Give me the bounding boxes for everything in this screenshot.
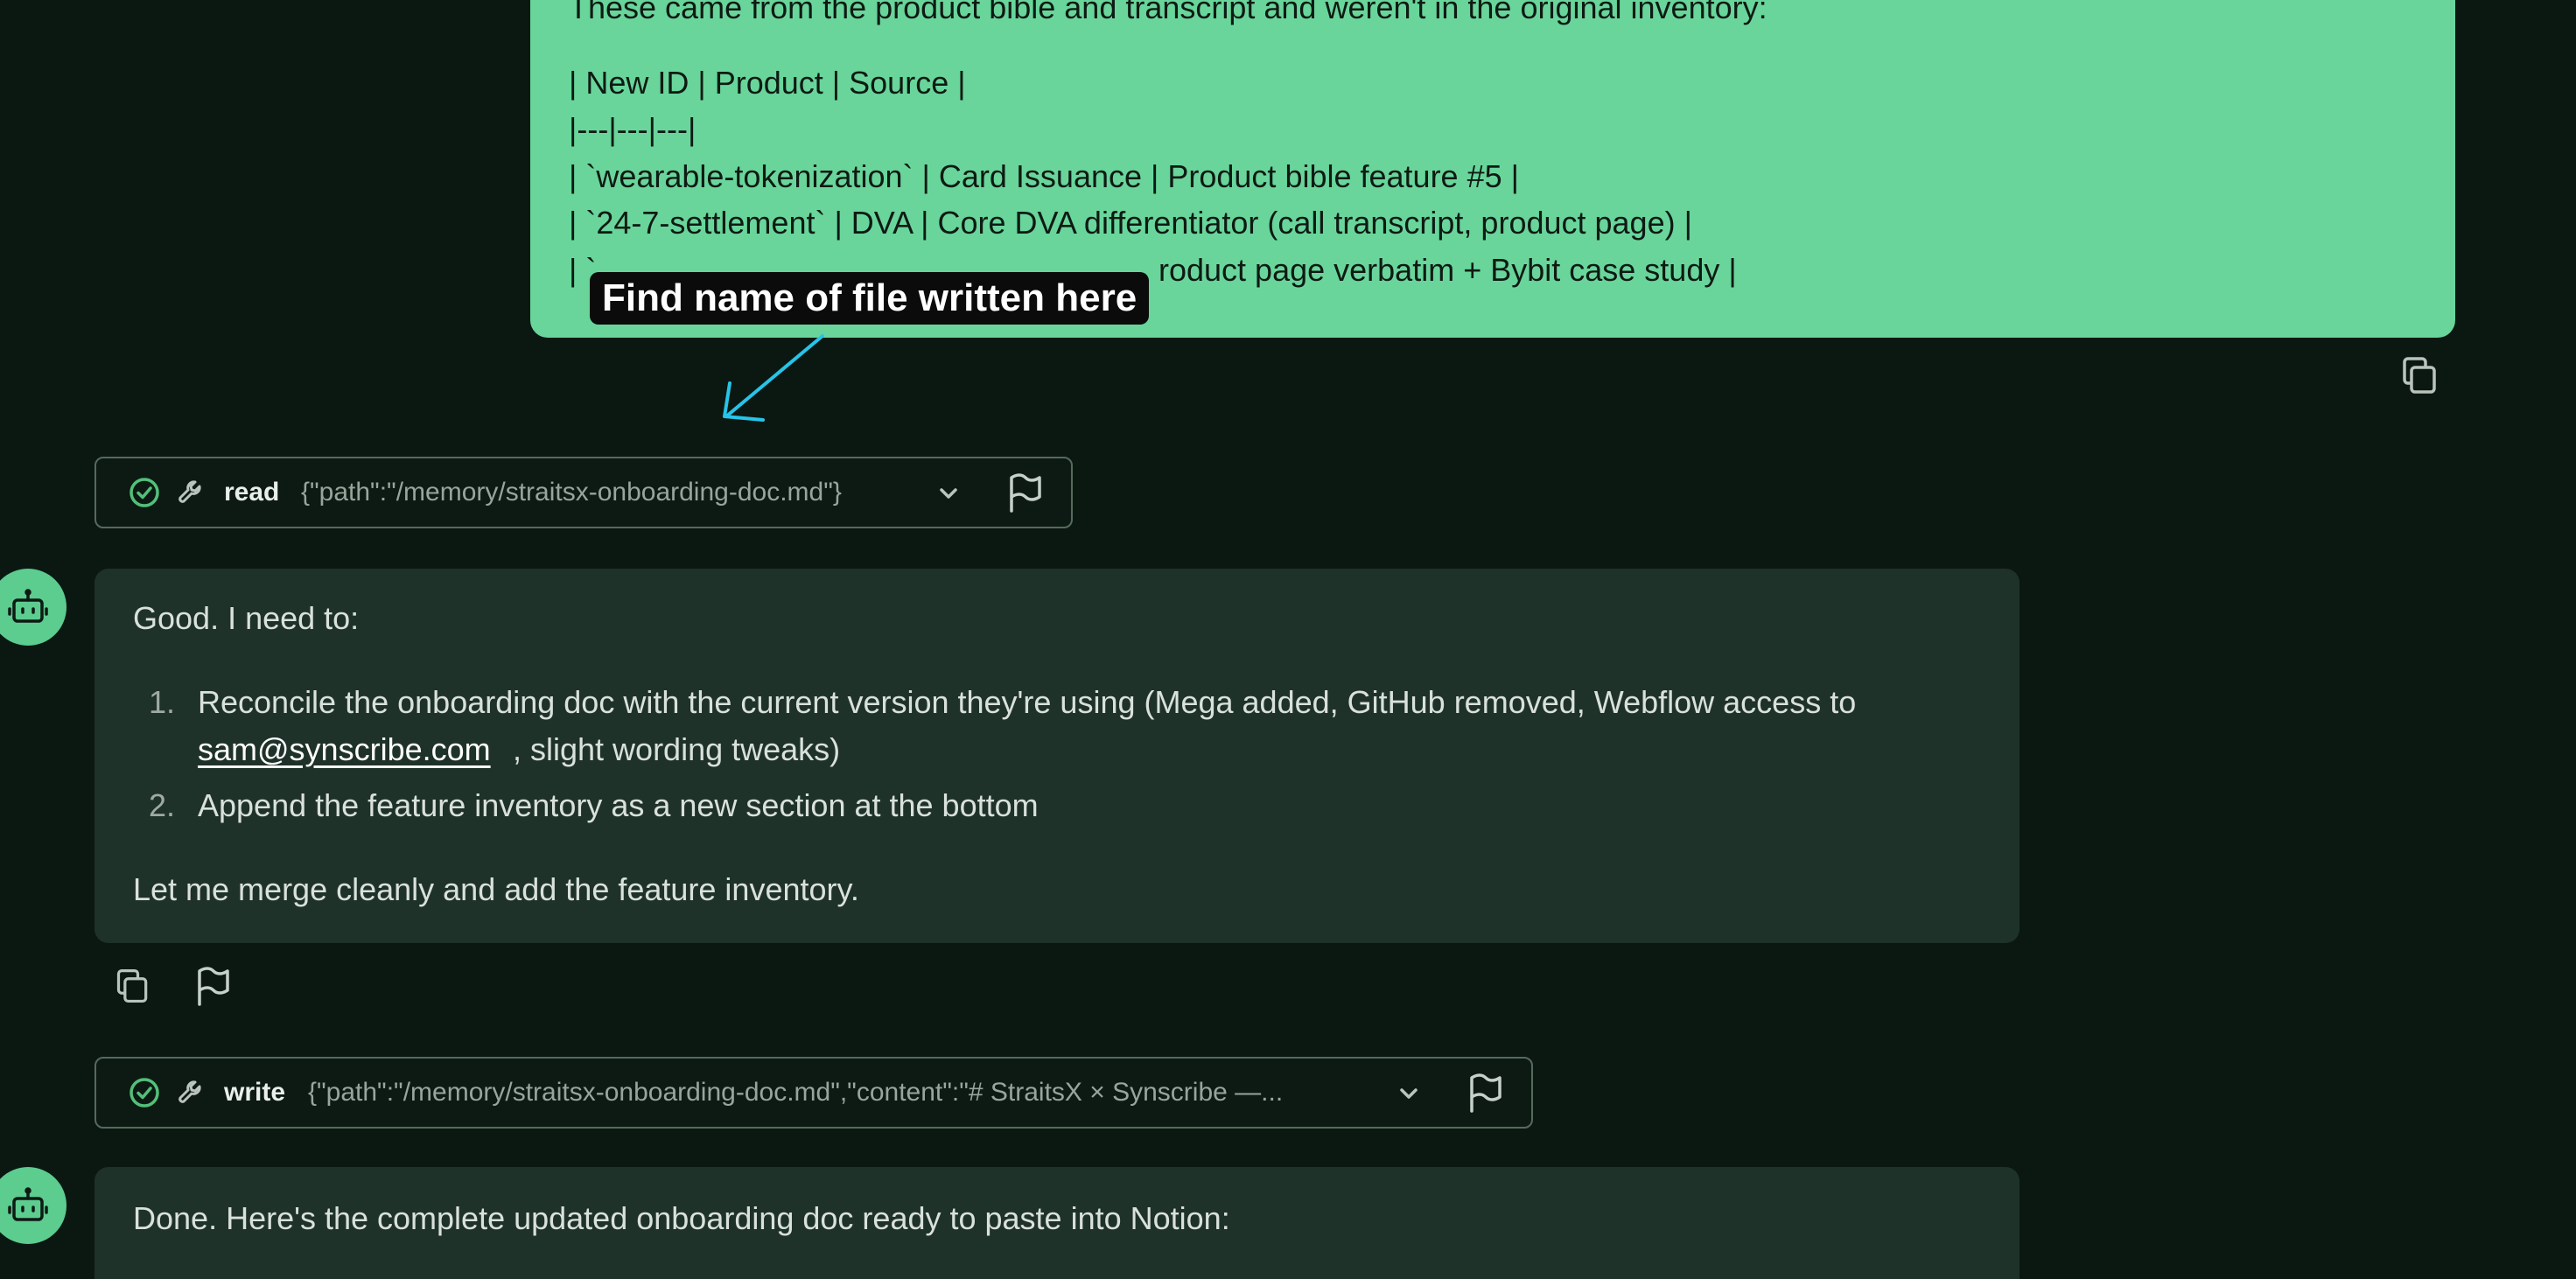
- assistant-message-bubble: Done. Here's the complete updated onboar…: [94, 1167, 2020, 1279]
- assistant-intro: Good. I need to:: [133, 600, 360, 636]
- user-message-line: |---|---|---|: [569, 111, 696, 147]
- check-circle-icon: [130, 478, 159, 507]
- robot-icon: [8, 1187, 48, 1221]
- user-message-line: roduct page verbatim + Bybit case study …: [1158, 252, 1737, 288]
- flag-icon[interactable]: [1466, 1073, 1503, 1113]
- email-link[interactable]: sam@synscribe.com: [198, 731, 491, 768]
- copy-user-message-button[interactable]: [2399, 353, 2441, 397]
- chat-page: These came from the product bible and tr…: [0, 0, 2576, 1279]
- copy-message-button[interactable]: [114, 966, 152, 1010]
- chevron-down-icon[interactable]: [1396, 1081, 1421, 1106]
- user-message-line: | `wearable-tokenization` | Card Issuanc…: [569, 158, 1519, 194]
- wrench-icon: [178, 480, 201, 503]
- tool-args: {"path":"/memory/straitsx-onboarding-doc…: [301, 478, 842, 507]
- flag-message-button[interactable]: [194, 966, 231, 1010]
- step-number: 1.: [149, 684, 176, 720]
- robot-icon: [8, 589, 48, 623]
- step-text: , slight wording tweaks): [513, 731, 841, 767]
- assistant-message-text: Done. Here's the complete updated onboar…: [133, 1200, 1230, 1236]
- tool-args: {"path":"/memory/straitsx-onboarding-doc…: [308, 1078, 1284, 1107]
- tool-call-write[interactable]: write {"path":"/memory/straitsx-onboardi…: [94, 1057, 1533, 1129]
- flag-icon[interactable]: [1006, 472, 1043, 513]
- user-message-line: These came from the product bible and tr…: [569, 0, 1768, 25]
- assistant-outro: Let me merge cleanly and add the feature…: [133, 871, 859, 907]
- user-message-line: | `24-7-settlement` | DVA | Core DVA dif…: [569, 205, 1692, 241]
- tool-name: read: [224, 478, 280, 507]
- step-number: 2.: [149, 787, 176, 823]
- assistant-message-bubble: Good. I need to: 1. Reconcile the onboar…: [94, 569, 2020, 943]
- flag-icon: [198, 967, 229, 1006]
- copy-icon: [116, 968, 148, 1003]
- copy-icon: [2403, 357, 2436, 394]
- step-text: Reconcile the onboarding doc with the cu…: [198, 684, 1857, 720]
- check-circle-icon: [130, 1078, 159, 1108]
- tool-call-read[interactable]: read {"path":"/memory/straitsx-onboardin…: [94, 457, 1073, 528]
- annotation-label: Find name of file written here: [590, 272, 1150, 325]
- assistant-avatar: [0, 569, 66, 646]
- step-text: Append the feature inventory as a new se…: [198, 787, 1039, 823]
- tool-name: write: [224, 1078, 286, 1107]
- wrench-icon: [178, 1080, 201, 1103]
- user-message-line: | New ID | Product | Source |: [569, 65, 966, 101]
- chevron-down-icon[interactable]: [936, 481, 961, 506]
- assistant-avatar: [0, 1167, 66, 1244]
